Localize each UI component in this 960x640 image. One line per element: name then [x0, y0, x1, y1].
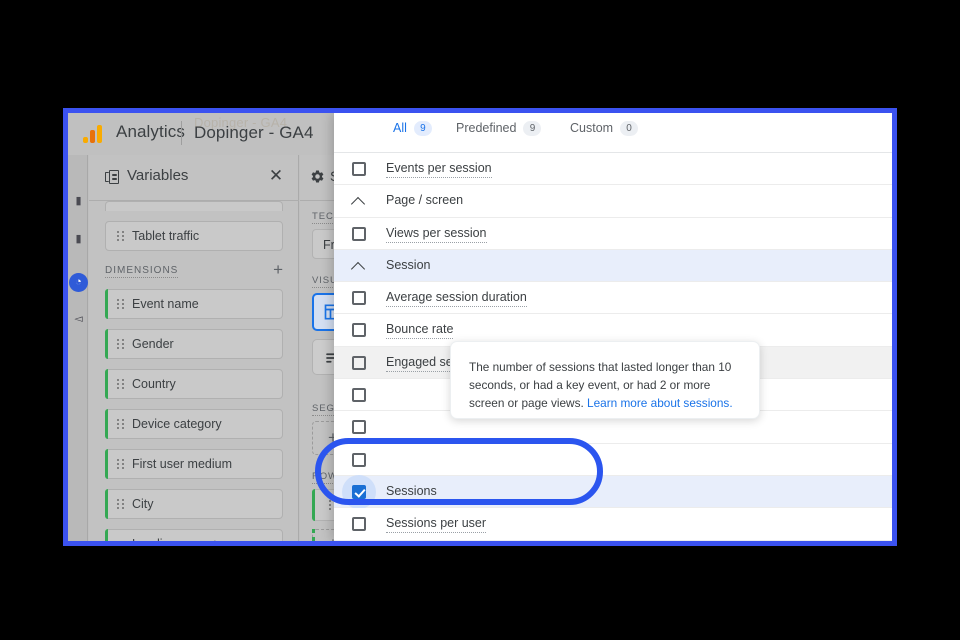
metric-checkbox[interactable] — [352, 291, 366, 306]
dimension-label: First user medium — [132, 457, 233, 471]
drag-handle-icon[interactable] — [117, 499, 124, 510]
tab-all-label: All — [393, 121, 407, 135]
metric-label: Sessions per user — [386, 516, 487, 534]
metric-label: Average session duration — [386, 290, 527, 308]
tab-all-count: 9 — [413, 121, 432, 136]
dimension-label: Country — [132, 377, 176, 391]
dimension-chip[interactable]: Device category — [105, 409, 283, 439]
metric-label: Sessions — [386, 484, 437, 501]
metric-row[interactable]: Events per session — [334, 153, 892, 186]
drag-handle-icon[interactable] — [117, 379, 124, 390]
left-nav-rail[interactable]: ▮ ▮ ◔ ◅ — [68, 155, 88, 541]
tab-custom-label: Custom — [570, 121, 614, 135]
tab-predefined-count: 9 — [523, 121, 542, 136]
plus-icon[interactable]: + — [273, 261, 283, 279]
dimension-label: Gender — [132, 337, 174, 351]
metric-row[interactable]: Sessions per user — [334, 508, 892, 541]
dimension-chip[interactable]: Country — [105, 369, 283, 399]
close-icon[interactable]: ✕ — [267, 167, 285, 185]
metric-row-sessions[interactable]: Sessions — [334, 474, 892, 509]
home-icon[interactable]: ▮ — [72, 195, 85, 208]
picker-tabs: All 9 Predefined 9 Custom 0 — [334, 113, 892, 161]
dimension-label: Event name — [132, 297, 199, 311]
metric-label: Bounce rate — [386, 322, 454, 340]
metric-group-row[interactable]: Session — [334, 249, 892, 283]
explore-icon[interactable]: ◔ — [69, 273, 88, 292]
metric-checkbox[interactable] — [352, 484, 366, 499]
tab-predefined[interactable]: Predefined 9 — [456, 121, 542, 153]
variables-body: Tablet traffic DIMENSIONS + Event name G… — [89, 201, 299, 541]
dimension-chip[interactable]: City — [105, 489, 283, 519]
metric-label: Events per session — [386, 161, 492, 178]
drag-handle-icon[interactable] — [117, 419, 124, 430]
tab-custom[interactable]: Custom 0 — [570, 121, 639, 153]
drag-handle-icon[interactable] — [117, 339, 124, 350]
variables-icon — [105, 170, 119, 184]
dimensions-section-header: DIMENSIONS + — [105, 261, 283, 281]
header-divider — [181, 121, 182, 145]
product-name: Analytics — [116, 122, 185, 141]
dimensions-label: DIMENSIONS — [105, 265, 179, 278]
advertising-icon[interactable]: ◅ — [72, 313, 85, 326]
drag-handle-icon[interactable] — [117, 459, 124, 470]
dimension-chip[interactable]: First user medium — [105, 449, 283, 479]
dimension-chip[interactable]: Gender — [105, 329, 283, 359]
metric-checkbox[interactable] — [352, 323, 366, 338]
dimension-label: City — [132, 497, 154, 511]
reports-icon[interactable]: ▮ — [72, 233, 85, 246]
dimension-label: Landing page + query string — [132, 536, 262, 541]
metric-group-row[interactable]: Page / screen — [334, 185, 892, 218]
metric-row[interactable]: Average session duration — [334, 282, 892, 315]
metric-checkbox[interactable] — [352, 388, 366, 403]
metric-checkbox[interactable] — [352, 355, 366, 370]
chevron-up-icon[interactable] — [351, 261, 367, 271]
google-analytics-logo-icon — [83, 125, 105, 143]
variables-header: Variables ✕ — [89, 155, 299, 201]
metric-row[interactable] — [334, 443, 892, 476]
segment-chip-tablet-traffic[interactable]: Tablet traffic — [105, 221, 283, 251]
metric-checkbox[interactable] — [352, 162, 366, 176]
gear-icon — [311, 170, 324, 183]
metric-row[interactable]: Views per session — [334, 217, 892, 250]
analytics-app: Analytics Dopinger - GA4 Dopinger - GA4 … — [68, 113, 892, 541]
variables-panel: Variables ✕ Tablet traffic DIMENSIONS + — [89, 155, 299, 541]
metric-tooltip: The number of sessions that lasted longe… — [450, 341, 760, 419]
tab-all[interactable]: All 9 — [393, 121, 432, 161]
chevron-up-icon[interactable] — [351, 196, 367, 206]
tab-custom-count: 0 — [620, 121, 639, 136]
metric-checkbox[interactable] — [352, 517, 366, 532]
segment-chip-clipped[interactable] — [105, 201, 283, 211]
metric-checkbox[interactable] — [352, 452, 366, 467]
metric-group-label: Session — [386, 257, 431, 272]
dimension-label: Device category — [132, 417, 222, 431]
metric-group-label: Page / screen — [386, 193, 464, 208]
dimension-chip[interactable]: Landing page + query string — [105, 529, 283, 541]
metric-checkbox[interactable] — [352, 226, 366, 241]
metric-checkbox[interactable] — [352, 420, 366, 435]
dimension-chip[interactable]: Event name — [105, 289, 283, 319]
metric-picker-panel: All 9 Predefined 9 Custom 0 Events per sess… — [334, 113, 892, 541]
drag-handle-icon[interactable] — [117, 231, 124, 242]
property-selector[interactable]: Dopinger - GA4 — [194, 123, 314, 143]
segment-chip-label: Tablet traffic — [132, 229, 200, 243]
panel-title: Variables — [127, 167, 189, 184]
screenshot-blue-frame: Analytics Dopinger - GA4 Dopinger - GA4 … — [63, 108, 897, 546]
metric-label: Views per session — [386, 226, 487, 243]
drag-handle-icon[interactable] — [117, 299, 124, 310]
tooltip-learn-more-link[interactable]: Learn more about sessions. — [587, 396, 733, 410]
tab-predefined-label: Predefined — [456, 121, 517, 135]
